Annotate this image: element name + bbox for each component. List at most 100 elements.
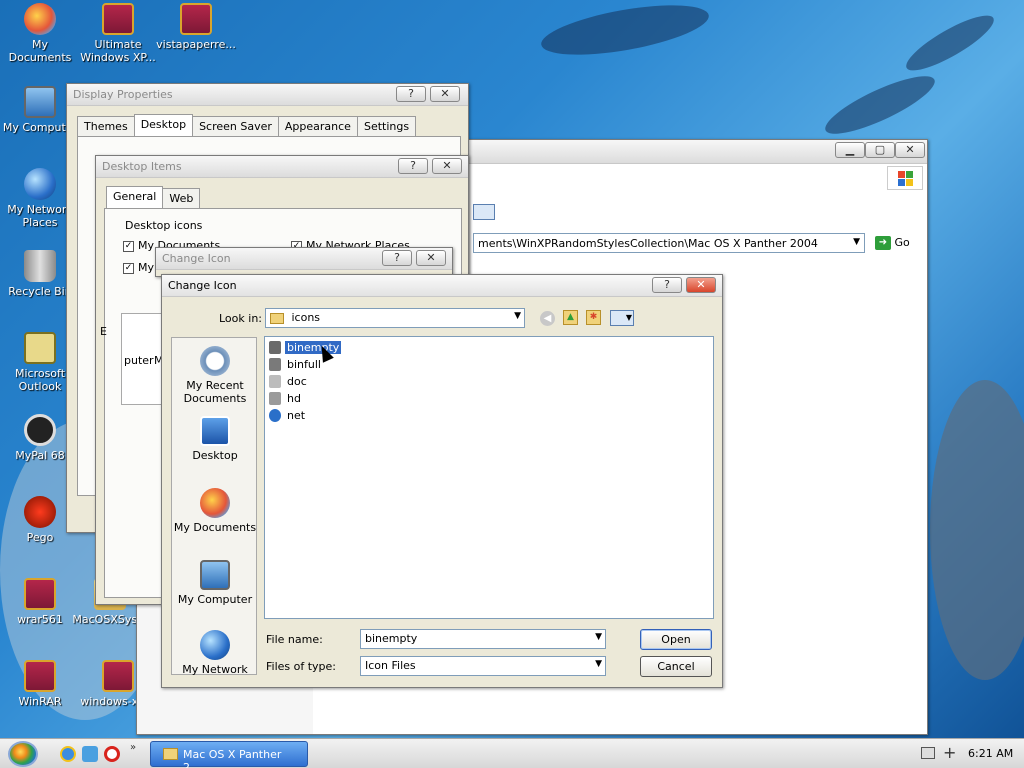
close-button[interactable]: ✕ — [895, 142, 925, 158]
trash-icon — [269, 357, 281, 371]
desktop-icon-ultimate-windows-xp[interactable]: Ultimate Windows XP... — [78, 3, 158, 64]
file-item-hd[interactable]: hd — [269, 390, 303, 406]
opera-icon[interactable] — [104, 746, 120, 762]
fish-decoration — [930, 380, 1024, 680]
quicklaunch-app-icon[interactable] — [82, 746, 98, 762]
winrar-archive-icon — [102, 3, 134, 35]
close-button[interactable]: ✕ — [430, 86, 460, 102]
file-list[interactable]: binempty binfull doc hd net — [264, 336, 714, 619]
task-button-explorer[interactable]: Mac OS X Panther 2... — [150, 741, 308, 768]
file-type-label: Files of type: — [266, 660, 337, 673]
winrar-archive-icon — [24, 578, 56, 610]
clock: 6:21 AM — [968, 747, 1014, 760]
desktop-icon-wrar561[interactable]: wrar561 — [0, 578, 80, 626]
new-folder-icon[interactable]: ✱ — [586, 310, 601, 325]
close-button[interactable]: ✕ — [686, 277, 716, 293]
quicklaunch-overflow-icon[interactable]: » — [130, 742, 136, 753]
tray-add-icon[interactable]: + — [943, 743, 956, 762]
help-button[interactable]: ? — [382, 250, 412, 266]
view-menu-icon[interactable]: ▼ — [610, 310, 634, 326]
monitor-icon — [24, 86, 56, 118]
place-my-computer[interactable]: My Computer — [172, 560, 258, 606]
pego-icon — [24, 496, 56, 528]
cancel-button[interactable]: Cancel — [640, 656, 712, 677]
winrar-archive-icon — [102, 660, 134, 692]
monitor-icon — [200, 560, 230, 590]
chevron-down-icon: ▼ — [514, 311, 521, 321]
apple-icon — [200, 488, 230, 518]
checkbox-my-computer[interactable]: ✓ My — [123, 261, 154, 274]
close-button[interactable]: ✕ — [416, 250, 446, 266]
apple-icon — [24, 3, 56, 35]
tab-screen-saver[interactable]: Screen Saver — [192, 116, 279, 138]
go-button[interactable]: ➜ Go — [873, 233, 923, 253]
place-my-network[interactable]: My Network — [172, 630, 258, 676]
chevron-down-icon: ▼ — [595, 659, 602, 669]
help-button[interactable]: ? — [398, 158, 428, 174]
chevron-down-icon: ▼ — [595, 632, 602, 642]
tab-web[interactable]: Web — [162, 188, 201, 210]
file-name-input[interactable]: binempty ▼ — [360, 629, 606, 649]
recent-documents-icon — [200, 346, 230, 376]
tab-settings[interactable]: Settings — [356, 116, 417, 138]
help-button[interactable]: ? — [396, 86, 426, 102]
file-item-doc[interactable]: doc — [269, 373, 309, 389]
globe-icon — [24, 168, 56, 200]
tab-desktop[interactable]: Desktop — [133, 114, 194, 136]
back-icon[interactable]: ◀ — [540, 311, 555, 326]
address-bar[interactable]: ments\WinXPRandomStylesCollection\Mac OS… — [473, 233, 865, 253]
place-my-documents[interactable]: My Documents — [172, 488, 258, 534]
file-item-binfull[interactable]: binfull — [269, 356, 323, 372]
tab-general[interactable]: General — [106, 186, 164, 208]
fish-decoration — [537, 0, 713, 65]
winrar-archive-icon — [24, 660, 56, 692]
globe-icon — [200, 630, 230, 660]
taskbar: » Mac OS X Panther 2... + 6:21 AM — [0, 738, 1024, 768]
winrar-archive-icon — [180, 3, 212, 35]
partial-label: E — [100, 325, 107, 338]
tab-appearance[interactable]: Appearance — [277, 116, 358, 138]
desktop-icon-vistapaperre[interactable]: vistapaperre... — [156, 3, 236, 51]
globe-icon — [269, 408, 281, 422]
look-in-label: Look in: — [219, 312, 262, 325]
desktop-items-titlebar[interactable]: Desktop Items ? ✕ — [96, 156, 468, 178]
tray-network-icon[interactable] — [921, 747, 935, 759]
change-icon-titlebar[interactable]: Change Icon ? ✕ — [162, 275, 722, 297]
hard-drive-icon — [269, 391, 281, 405]
place-desktop[interactable]: Desktop — [172, 416, 258, 462]
change-icon-dialog-background[interactable]: Change Icon ? ✕ — [155, 247, 453, 277]
up-folder-icon[interactable]: ▲ — [563, 310, 578, 325]
folder-icon — [270, 312, 284, 324]
help-button[interactable]: ? — [652, 277, 682, 293]
tab-themes[interactable]: Themes — [77, 116, 135, 138]
document-icon — [269, 374, 281, 388]
go-arrow-icon: ➜ — [875, 236, 891, 250]
desktop-icon — [200, 416, 230, 446]
trash-icon — [269, 340, 281, 354]
display-properties-titlebar[interactable]: Display Properties ? ✕ — [67, 84, 468, 106]
views-icon[interactable] — [473, 204, 495, 220]
desktop-icon-my-documents[interactable]: My Documents — [0, 3, 80, 64]
windows-logo-icon — [887, 166, 923, 190]
file-name-label: File name: — [266, 633, 323, 646]
file-item-net[interactable]: net — [269, 407, 307, 423]
file-type-select[interactable]: Icon Files ▼ — [360, 656, 606, 676]
maximize-button[interactable]: ▢ — [865, 142, 895, 158]
look-in-select[interactable]: icons ▼ — [265, 308, 525, 328]
desktop-icon-winrar[interactable]: WinRAR — [0, 660, 80, 708]
fish-decoration — [819, 66, 941, 144]
fish-decoration — [900, 6, 1000, 80]
desktop-icons-group-label: Desktop icons — [123, 219, 205, 232]
internet-explorer-icon[interactable] — [60, 746, 76, 762]
close-button[interactable]: ✕ — [432, 158, 462, 174]
minimize-button[interactable]: ▁ — [835, 142, 865, 158]
change-icon-bg-titlebar[interactable]: Change Icon ? ✕ — [156, 248, 452, 270]
place-my-recent-documents[interactable]: My Recent Documents — [172, 346, 258, 405]
places-bar: My Recent Documents Desktop My Documents… — [171, 337, 258, 676]
folder-icon — [163, 748, 178, 760]
raccoon-icon — [24, 414, 56, 446]
outlook-icon — [24, 332, 56, 364]
start-button[interactable] — [8, 741, 38, 767]
open-button[interactable]: Open — [640, 629, 712, 650]
trash-icon — [24, 250, 56, 282]
